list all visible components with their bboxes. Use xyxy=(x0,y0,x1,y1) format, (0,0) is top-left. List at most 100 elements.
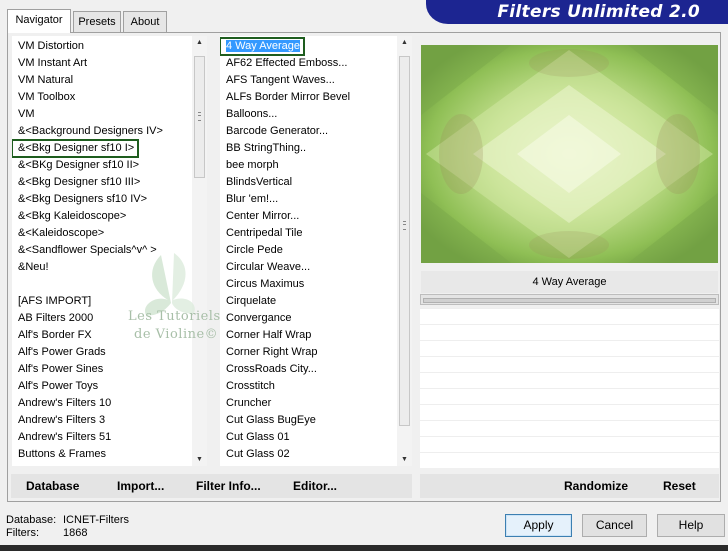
scroll-up-icon[interactable]: ▲ xyxy=(192,39,207,46)
filter-item-label: Barcode Generator... xyxy=(226,125,329,137)
scroll-down-icon[interactable]: ▼ xyxy=(397,456,412,463)
category-item-label: Alf's Power Grads xyxy=(18,346,106,358)
category-list-item[interactable]: &<Background Designers IV> xyxy=(12,123,163,140)
category-list-item[interactable]: Andrew's Filters 10 xyxy=(12,395,111,412)
editor-button[interactable]: Editor... xyxy=(293,479,337,493)
category-list-item[interactable]: VM Instant Art xyxy=(12,55,87,72)
category-list-item[interactable]: [AFS IMPORT] xyxy=(12,293,91,310)
reset-button[interactable]: Reset xyxy=(663,479,696,493)
category-list-item[interactable]: &<Kaleidoscope> xyxy=(12,225,104,242)
randomize-button[interactable]: Randomize xyxy=(564,479,628,493)
category-item-label: &<Background Designers IV> xyxy=(18,125,163,137)
tab-about[interactable]: About xyxy=(123,11,167,32)
filter-item-label: Cut Glass 02 xyxy=(226,448,290,460)
filter-item-label: Corner Right Wrap xyxy=(226,346,318,358)
grip-icon xyxy=(198,112,201,121)
filter-scrollbar[interactable]: ▲ ▼ xyxy=(397,36,412,466)
filter-list-item[interactable]: Circle Pede xyxy=(220,242,283,259)
title-banner: Filters Unlimited 2.0 xyxy=(426,0,728,24)
filter-list-item[interactable]: Centripedal Tile xyxy=(220,225,302,242)
filters-value: 1868 xyxy=(63,527,88,539)
parameter-row xyxy=(420,308,719,324)
filter-list-item[interactable]: Convergance xyxy=(220,310,291,327)
category-list-item[interactable]: Alf's Power Toys xyxy=(12,378,98,395)
filter-list-item[interactable]: Cut Glass 01 xyxy=(220,429,290,446)
category-list-item[interactable]: Buttons & Frames xyxy=(12,446,106,463)
category-list-item[interactable]: Andrew's Filters 51 xyxy=(12,429,111,446)
help-button[interactable]: Help xyxy=(657,514,725,537)
watermark-line1: Les Tutoriels xyxy=(128,309,221,324)
filter-item-label: Cut Glass 01 xyxy=(226,431,290,443)
category-item-label: &<Bkg Designer sf10 I> xyxy=(18,142,135,154)
category-list-item[interactable] xyxy=(12,276,18,293)
category-list-item[interactable]: &<Bkg Designer sf10 III> xyxy=(12,174,140,191)
filter-item-label: AFS Tangent Waves... xyxy=(226,74,335,86)
category-list-item[interactable]: VM Toolbox xyxy=(12,89,75,106)
filter-info-button[interactable]: Filter Info... xyxy=(196,479,261,493)
filter-list-item[interactable]: BlindsVertical xyxy=(220,174,292,191)
filter-list-item[interactable]: Corner Right Wrap xyxy=(220,344,318,361)
filter-list-item[interactable]: CrossRoads City... xyxy=(220,361,317,378)
database-button[interactable]: Database xyxy=(26,479,79,493)
category-list-item[interactable]: AB Filters 2000 xyxy=(12,310,93,327)
cancel-button[interactable]: Cancel xyxy=(582,514,647,537)
category-list-item[interactable]: &Neu! xyxy=(12,259,49,276)
category-item-label: VM Toolbox xyxy=(18,91,76,103)
filter-list-item[interactable]: Blur 'em!... xyxy=(220,191,278,208)
filter-scroll-thumb[interactable] xyxy=(399,56,410,426)
filter-list-item[interactable]: Barcode Generator... xyxy=(220,123,328,140)
filter-list-item[interactable]: BB StringThing.. xyxy=(220,140,306,157)
grip-icon xyxy=(403,221,406,230)
filter-list-item[interactable]: Balloons... xyxy=(220,106,277,123)
category-list-item[interactable]: Alf's Border FX xyxy=(12,327,92,344)
filter-list-item[interactable]: Corner Half Wrap xyxy=(220,327,311,344)
filter-item-label: Crosstitch xyxy=(226,380,275,392)
filter-item-label: 4 Way Average xyxy=(226,40,300,52)
category-item-label: Alf's Border FX xyxy=(18,329,92,341)
category-list-item[interactable]: Andrew's Filters 3 xyxy=(12,412,105,429)
category-list-item[interactable]: Alf's Power Grads xyxy=(12,344,106,361)
category-list-item[interactable]: VM Distortion xyxy=(12,38,84,55)
tab-navigator[interactable]: Navigator xyxy=(7,9,71,33)
category-item-label: [AFS IMPORT] xyxy=(18,295,92,307)
category-list-item[interactable]: Alf's Power Sines xyxy=(12,361,103,378)
category-list-item[interactable]: &<BKg Designer sf10 II> xyxy=(12,157,139,174)
filter-list[interactable]: 4 Way Average AF62 Effected Emboss... AFS … xyxy=(220,36,397,466)
filter-list-item[interactable]: Cut Glass 02 xyxy=(220,446,290,463)
filter-list-item[interactable]: Circular Weave... xyxy=(220,259,310,276)
tab-presets[interactable]: Presets xyxy=(73,11,121,32)
filter-item-label: Cirquelate xyxy=(226,295,277,307)
category-item-label: &<Kaleidoscope> xyxy=(18,227,105,239)
filter-list-item[interactable]: AFS Tangent Waves... xyxy=(220,72,335,89)
scroll-down-icon[interactable]: ▼ xyxy=(192,456,207,463)
parameter-slider[interactable] xyxy=(420,294,719,305)
apply-button[interactable]: Apply xyxy=(505,514,572,537)
filter-item-label: BB StringThing.. xyxy=(226,142,307,154)
filter-list-item-selected[interactable]: 4 Way Average xyxy=(220,37,305,56)
category-item-label: Andrew's Filters 3 xyxy=(18,414,106,426)
filter-list-item[interactable]: Crosstitch xyxy=(220,378,275,395)
filter-list-item[interactable]: Cut Glass BugEye xyxy=(220,412,316,429)
parameter-row xyxy=(420,388,719,404)
filter-list-item[interactable]: Cirquelate xyxy=(220,293,276,310)
filter-list-item[interactable]: Cruncher xyxy=(220,395,271,412)
parameter-row xyxy=(420,324,719,340)
filter-list-item[interactable]: AF62 Effected Emboss... xyxy=(220,55,347,72)
category-list-item[interactable]: &<Bkg Designers sf10 IV> xyxy=(12,191,147,208)
category-list-item-selected[interactable]: &<Bkg Designer sf10 I> xyxy=(12,139,140,158)
filter-item-label: Circle Pede xyxy=(226,244,283,256)
filter-list-item[interactable]: Center Mirror... xyxy=(220,208,299,225)
category-scroll-thumb[interactable] xyxy=(194,56,205,178)
category-list-item[interactable]: VM Natural xyxy=(12,72,73,89)
filter-list-item[interactable]: bee morph xyxy=(220,157,279,174)
filter-item-label: Corner Half Wrap xyxy=(226,329,312,341)
scroll-up-icon[interactable]: ▲ xyxy=(397,39,412,46)
category-item-label: &Neu! xyxy=(18,261,49,273)
filter-list-item[interactable]: ALFs Border Mirror Bevel xyxy=(220,89,350,106)
import-button[interactable]: Import... xyxy=(117,479,164,493)
category-list-item[interactable]: VM xyxy=(12,106,35,123)
category-list-item[interactable]: &<Bkg Kaleidoscope> xyxy=(12,208,126,225)
parameter-row xyxy=(420,420,719,436)
filter-list-item[interactable]: Circus Maximus xyxy=(220,276,304,293)
category-item-label: AB Filters 2000 xyxy=(18,312,94,324)
